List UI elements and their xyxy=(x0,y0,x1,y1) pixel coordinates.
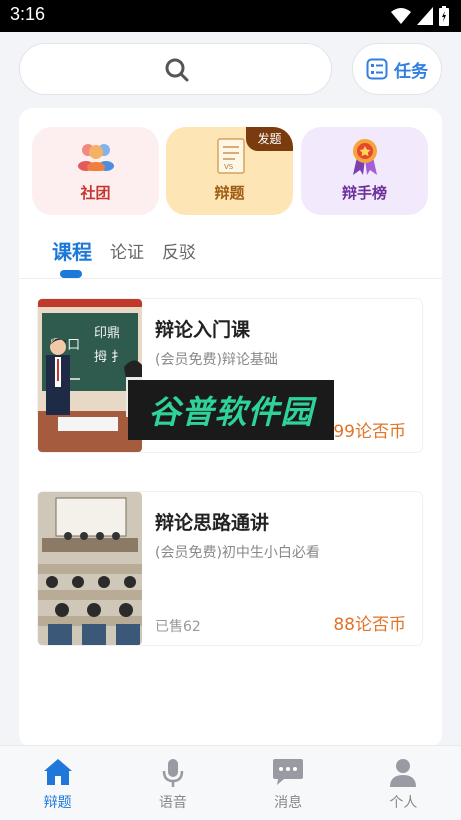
svg-text:拇 扌: 拇 扌 xyxy=(94,350,124,365)
course-subtitle: (会员免费)辩论基础 xyxy=(155,352,278,368)
classroom-illustration: 鼎 口 印鼎 拇 扌 xyxy=(38,299,142,452)
checklist-icon xyxy=(366,58,388,80)
nav-topics-label: 辩题 xyxy=(43,795,72,811)
nav-messages[interactable]: 消息 xyxy=(231,746,346,820)
bottom-nav: 辩题 语音 消息 个人 xyxy=(0,745,461,820)
watermark: 谷普软件园 xyxy=(128,380,334,440)
wifi-icon xyxy=(391,8,411,24)
course-title: 辩论思路通讲 xyxy=(155,512,270,534)
chat-icon xyxy=(273,759,304,785)
course-thumbnail xyxy=(38,492,142,645)
status-bar: 3:16 xyxy=(0,0,461,32)
course-card-thinking[interactable]: 辩论思路通讲 (会员免费)初中生小白必看 已售62 88论否币 xyxy=(37,491,423,646)
task-label: 任务 xyxy=(394,61,428,82)
medal-icon xyxy=(353,139,377,175)
category-topic[interactable]: VS 发题 辩题 xyxy=(166,127,293,215)
status-time: 3:16 xyxy=(10,4,46,24)
course-title: 辩论入门课 xyxy=(155,319,251,341)
svg-text:VS: VS xyxy=(224,163,234,171)
category-topic-label: 辩题 xyxy=(214,184,245,202)
task-button[interactable]: 任务 xyxy=(352,43,442,95)
home-icon xyxy=(43,759,72,785)
tab-rebuttal[interactable]: 反驳 xyxy=(162,238,196,278)
course-sold-count: 已售62 xyxy=(155,619,201,635)
watermark-text: 谷普软件园 xyxy=(148,393,314,431)
tabs-divider xyxy=(19,278,442,279)
group-icon xyxy=(78,144,114,171)
category-rank-label: 辩手榜 xyxy=(341,184,387,202)
tab-argument[interactable]: 论证 xyxy=(110,238,144,278)
nav-voice-label: 语音 xyxy=(158,795,187,811)
document-icon: VS xyxy=(217,138,245,174)
signal-icon xyxy=(417,7,433,25)
person-icon xyxy=(390,759,417,787)
topic-badge: 发题 xyxy=(246,127,293,151)
course-price: 88论否币 xyxy=(333,615,406,635)
category-club-label: 社团 xyxy=(80,184,111,202)
search-bar[interactable] xyxy=(19,43,332,95)
status-icons xyxy=(391,6,449,26)
nav-voice[interactable]: 语音 xyxy=(115,746,230,820)
category-rank[interactable]: 辩手榜 xyxy=(301,127,428,215)
search-icon xyxy=(165,58,189,82)
tab-indicator xyxy=(60,270,82,278)
classroom-illustration xyxy=(38,492,142,645)
svg-text:印鼎: 印鼎 xyxy=(94,326,120,341)
category-club[interactable]: 社团 xyxy=(32,127,159,215)
course-price: 99论否币 xyxy=(333,422,406,442)
course-thumbnail: 鼎 口 印鼎 拇 扌 xyxy=(38,299,142,452)
nav-profile[interactable]: 个人 xyxy=(346,746,461,820)
nav-topics[interactable]: 辩题 xyxy=(0,746,115,820)
battery-icon xyxy=(439,6,449,26)
nav-profile-label: 个人 xyxy=(389,795,418,811)
course-subtitle: (会员免费)初中生小白必看 xyxy=(155,545,320,561)
nav-messages-label: 消息 xyxy=(274,795,303,811)
microphone-icon xyxy=(162,759,184,787)
